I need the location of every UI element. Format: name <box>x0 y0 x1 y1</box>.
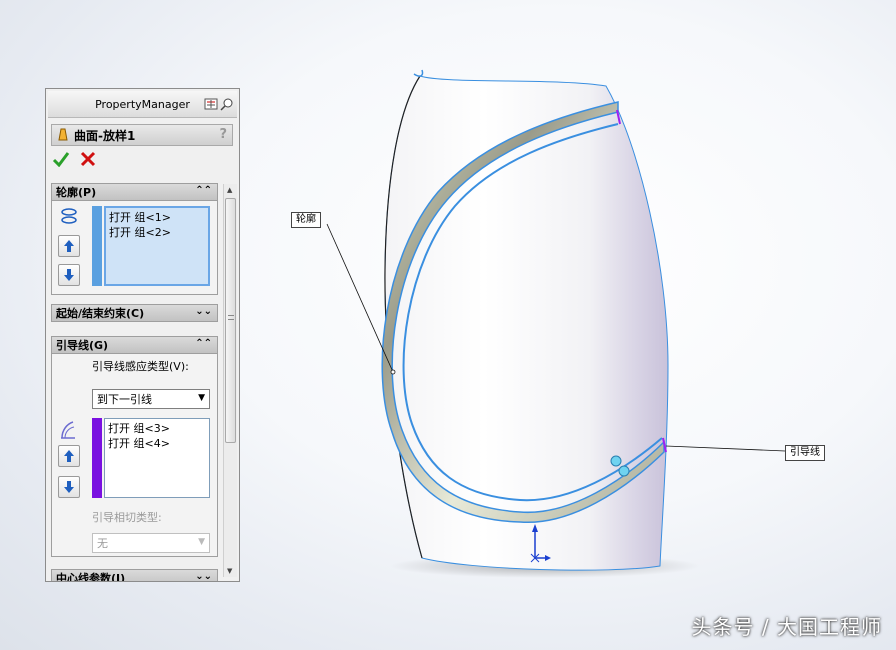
collapse-icon[interactable]: ⌃⌃ <box>195 338 212 349</box>
expand-icon[interactable]: ⌄⌄ <box>195 306 212 317</box>
guide-callout[interactable]: 引导线 <box>785 445 825 461</box>
dropdown-arrow-icon: ▼ <box>198 537 205 547</box>
guide-tangency-select: 无 ▼ <box>92 533 210 553</box>
panel-scrollbar[interactable]: ▲ ▼ <box>223 184 237 577</box>
guide-tangency-label: 引导相切类型: <box>92 511 162 524</box>
axis-triad <box>530 524 551 563</box>
profiles-section-header[interactable]: 轮廓(P) ⌃⌃ <box>51 183 218 201</box>
feature-title-bar: 曲面-放样1 ? <box>51 124 233 146</box>
checkmark-icon <box>52 152 70 168</box>
feature-title: 曲面-放样1 <box>74 128 136 143</box>
guides-section-body: 引导线感应类型(V): 到下一引线 ▼ 打开 组<3> 打开 组<4> 引导相切… <box>51 354 218 557</box>
cut-band <box>381 101 665 524</box>
guides-list[interactable]: 打开 组<3> 打开 组<4> <box>104 418 210 498</box>
guide-influence-select[interactable]: 到下一引线 ▼ <box>92 389 210 409</box>
arrow-down-icon <box>64 269 74 281</box>
help-button[interactable]: ? <box>219 127 227 142</box>
guides-section-header[interactable]: 引导线(G) ⌃⌃ <box>51 336 218 354</box>
profiles-list[interactable]: 打开 组<1> 打开 组<2> <box>104 206 210 286</box>
arrow-up-icon <box>64 450 74 462</box>
move-guide-down-button[interactable] <box>58 476 80 498</box>
profile-color-bar <box>92 206 102 286</box>
profile-icon <box>60 207 78 228</box>
move-guide-up-button[interactable] <box>58 445 80 467</box>
move-profile-up-button[interactable] <box>58 235 80 257</box>
profile-callout[interactable]: 轮廓 <box>291 212 321 228</box>
guide-handle-point <box>610 455 622 467</box>
guide-color-bar <box>92 418 102 498</box>
profiles-section-body: 打开 组<1> 打开 组<2> <box>51 201 218 295</box>
scroll-up-icon[interactable]: ▲ <box>227 186 232 194</box>
model-shadow <box>390 554 700 578</box>
start-end-constraints-header[interactable]: 起始/结束约束(C) ⌄⌄ <box>51 304 218 322</box>
guide-handle-point <box>618 465 630 477</box>
watermark: 头条号 / 大国工程师 <box>691 615 882 639</box>
arrow-down-icon <box>64 481 74 493</box>
list-item[interactable]: 打开 组<1> <box>109 210 205 225</box>
scroll-down-icon[interactable]: ▼ <box>227 567 232 575</box>
property-manager-panel: PropertyManager 曲面-放样1 ? 轮廓(P) ⌃⌃ 打开 组<1… <box>45 88 240 582</box>
centerline-section-header[interactable]: 中心线参数(I) ⌄⌄ <box>51 569 218 581</box>
tree-toggle-icon[interactable] <box>204 97 218 111</box>
guide-influence-label: 引导线感应类型(V): <box>92 360 189 373</box>
list-item[interactable]: 打开 组<2> <box>109 225 205 240</box>
loft-surface-icon <box>56 127 70 144</box>
list-item[interactable]: 打开 组<3> <box>108 421 206 436</box>
collapse-icon[interactable]: ⌃⌃ <box>195 185 212 196</box>
move-profile-down-button[interactable] <box>58 264 80 286</box>
expand-icon[interactable]: ⌄⌄ <box>195 571 212 581</box>
arrow-up-icon <box>64 240 74 252</box>
close-icon <box>80 151 96 167</box>
guide-curve-icon <box>59 420 77 443</box>
list-item[interactable]: 打开 组<4> <box>108 436 206 451</box>
scroll-thumb[interactable] <box>225 198 236 443</box>
cancel-button[interactable] <box>80 151 96 170</box>
property-manager-header: PropertyManager <box>48 91 237 118</box>
loft-surface-body <box>384 75 669 571</box>
pin-icon[interactable] <box>220 97 234 111</box>
property-manager-title: PropertyManager <box>95 97 190 111</box>
dropdown-arrow-icon: ▼ <box>198 393 205 403</box>
ok-button[interactable] <box>52 151 70 170</box>
